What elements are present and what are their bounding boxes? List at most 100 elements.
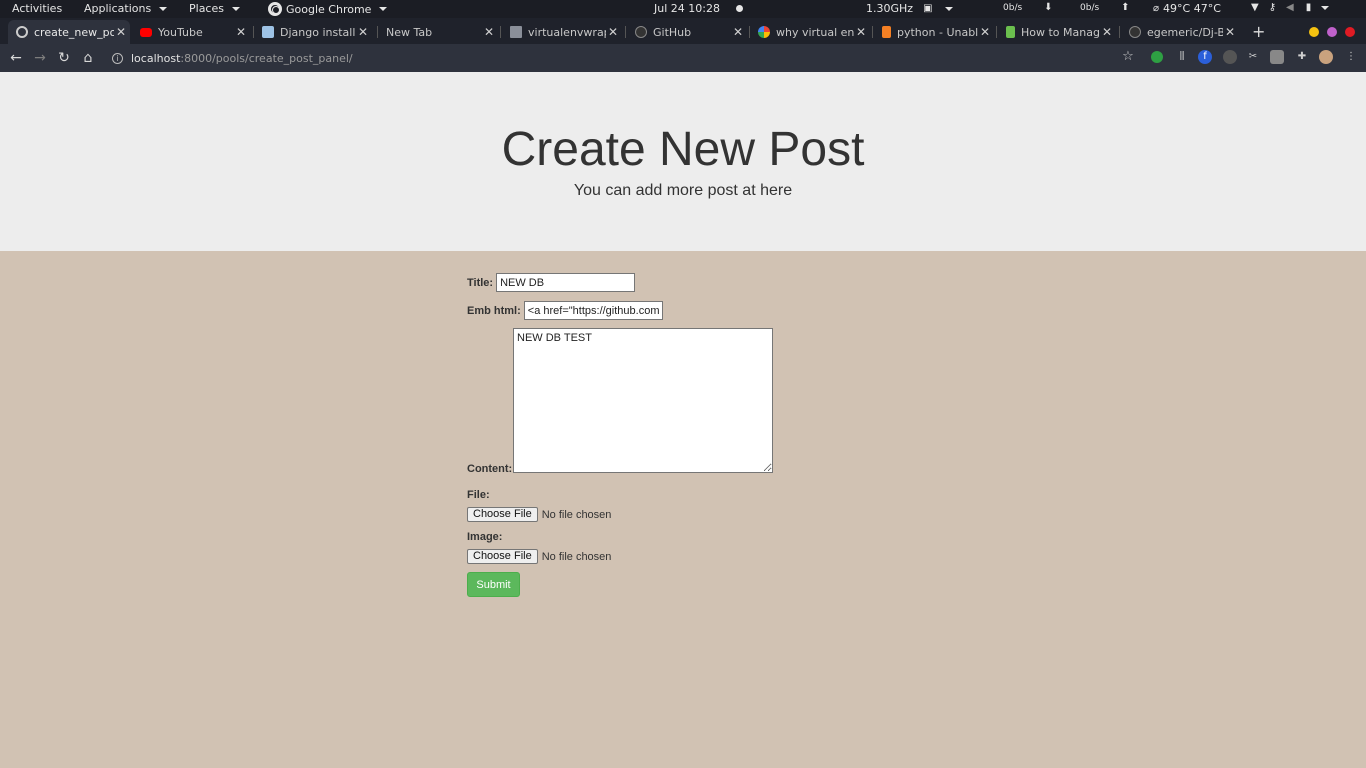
- system-tray[interactable]: ▼ ⚷ ◀ ▮: [1251, 2, 1330, 13]
- tab-label: egemeric/Dj-Blog: [1147, 25, 1223, 39]
- page-subtitle: You can add more post at here: [573, 182, 793, 199]
- globe-icon: [16, 26, 28, 38]
- tab-separator: [872, 26, 873, 38]
- tab-separator: [500, 26, 501, 38]
- cpu-indicator[interactable]: 1.30GHz ▣: [866, 2, 953, 15]
- minimize-button[interactable]: [1309, 27, 1319, 37]
- page-title: Create New Post: [501, 123, 865, 176]
- tab-label: New Tab: [386, 25, 433, 39]
- info-icon[interactable]: i: [112, 52, 123, 64]
- tab-create-new-post[interactable]: create_new_post ✕: [8, 20, 130, 44]
- close-window-button[interactable]: [1345, 27, 1355, 37]
- close-icon[interactable]: ✕: [482, 25, 496, 39]
- net-down-indicator: 0b/s ⬇: [1003, 2, 1053, 13]
- close-icon[interactable]: ✕: [854, 25, 868, 39]
- activities-label: Activities: [12, 2, 63, 15]
- tab-python-unable[interactable]: python - Unable ✕: [874, 20, 994, 44]
- chevron-down-icon: [231, 6, 240, 11]
- file-status: No file chosen: [541, 508, 612, 521]
- tab-separator: [996, 26, 997, 38]
- applications-menu[interactable]: Applications: [84, 2, 168, 15]
- maximize-button[interactable]: [1327, 27, 1337, 37]
- emb-row: Emb html:: [467, 301, 663, 320]
- youtube-icon: [140, 27, 152, 37]
- activities-button[interactable]: Activities: [12, 2, 62, 15]
- back-button[interactable]: ←: [7, 49, 25, 67]
- tab-youtube[interactable]: YouTube ✕: [132, 20, 250, 44]
- app-menu[interactable]: Google Chrome: [268, 2, 388, 16]
- places-menu[interactable]: Places: [189, 2, 240, 15]
- bookmark-star-icon[interactable]: ☆: [1121, 50, 1135, 64]
- choose-image-button[interactable]: Choose File: [467, 549, 538, 564]
- docs-icon: [510, 26, 522, 38]
- tab-label: python - Unable: [897, 25, 978, 39]
- close-icon[interactable]: ✕: [606, 25, 620, 39]
- close-icon[interactable]: ✕: [234, 25, 248, 39]
- page-header: Create New Post You can add more post at…: [0, 72, 1366, 251]
- tab-new-tab[interactable]: New Tab ✕: [378, 20, 498, 44]
- extension-green-icon[interactable]: [1151, 51, 1163, 63]
- tab-egemeric-dj-blog[interactable]: egemeric/Dj-Blog ✕: [1121, 20, 1239, 44]
- avatar[interactable]: [1319, 50, 1333, 64]
- app-name-label: Google Chrome: [286, 2, 372, 16]
- reload-button[interactable]: ↻: [55, 49, 73, 67]
- more-vert-icon[interactable]: ⋮: [1344, 50, 1358, 64]
- net-down-label: 0b/s: [1003, 2, 1023, 13]
- thermometer-icon: ⌀: [1153, 3, 1160, 14]
- close-icon[interactable]: ✕: [731, 25, 745, 39]
- tab-virtualenvwrapper[interactable]: virtualenvwrapper ✕: [502, 20, 622, 44]
- tab-label: How to Manage: [1021, 25, 1100, 39]
- tab-github[interactable]: GitHub ✕: [627, 20, 747, 44]
- chip-icon: ▣: [923, 3, 933, 14]
- tab-separator: [1119, 26, 1120, 38]
- close-icon[interactable]: ✕: [978, 25, 992, 39]
- address-bar[interactable]: i localhost:8000/pools/create_post_panel…: [104, 47, 1144, 69]
- close-icon[interactable]: ✕: [356, 25, 370, 39]
- google-icon: [758, 26, 770, 38]
- close-icon[interactable]: ✕: [114, 25, 128, 39]
- extension-grey-icon[interactable]: [1223, 50, 1237, 64]
- tab-django-installation[interactable]: Django installation ✕: [254, 20, 372, 44]
- url-path: :8000/pools/create_post_panel/: [180, 51, 353, 65]
- book-icon: [262, 26, 274, 38]
- notification-dot-icon: [735, 5, 743, 12]
- system-top-bar: Activities Applications Places Google Ch…: [0, 0, 1366, 18]
- arrow-down-icon: ⬇: [1044, 2, 1053, 13]
- emb-html-input[interactable]: [523, 301, 663, 320]
- file-row: Choose File No file chosen: [467, 507, 611, 522]
- tab-label: create_new_post: [34, 25, 114, 39]
- volume-icon: ◀: [1286, 2, 1294, 13]
- scissors-icon[interactable]: ✂: [1246, 50, 1260, 64]
- tab-why-virtual-env[interactable]: why virtual env ✕: [750, 20, 870, 44]
- tab-separator: [625, 26, 626, 38]
- fedora-icon[interactable]: f: [1198, 50, 1212, 64]
- submit-button[interactable]: Submit: [467, 572, 520, 597]
- title-row: Title:: [467, 273, 636, 292]
- emb-html-label: Emb html:: [467, 304, 521, 317]
- net-up-indicator: 0b/s ⬆: [1080, 2, 1130, 13]
- image-label: Image:: [467, 531, 503, 543]
- close-icon[interactable]: ✕: [1100, 25, 1114, 39]
- puzzle-icon[interactable]: ✚: [1295, 50, 1309, 64]
- tab-label: YouTube: [158, 25, 203, 39]
- tab-how-to-manage[interactable]: How to Manage ✕: [998, 20, 1116, 44]
- title-label: Title:: [467, 276, 494, 289]
- clock[interactable]: Jul 24 10:28: [654, 2, 743, 15]
- places-label: Places: [189, 2, 224, 15]
- close-icon[interactable]: ✕: [1223, 25, 1237, 39]
- chevron-down-icon: [1321, 5, 1330, 10]
- github-icon: [1129, 26, 1141, 38]
- equalizer-icon[interactable]: ⫼: [1175, 50, 1189, 64]
- title-input[interactable]: [496, 273, 636, 292]
- temp-indicator[interactable]: ⌀ 49°C 47°C: [1153, 2, 1221, 15]
- forward-button[interactable]: →: [31, 49, 49, 67]
- tab-strip: create_new_post ✕ YouTube ✕ Django insta…: [0, 18, 1366, 44]
- wifi-icon: ▼: [1251, 2, 1259, 13]
- extension-box-icon[interactable]: [1270, 50, 1284, 64]
- chevron-down-icon: [159, 6, 168, 11]
- new-tab-button[interactable]: +: [1252, 22, 1265, 41]
- home-button[interactable]: ⌂: [79, 49, 97, 67]
- choose-file-button[interactable]: Choose File: [467, 507, 538, 522]
- content-textarea[interactable]: NEW DB TEST: [513, 328, 773, 473]
- chrome-icon: [268, 2, 282, 16]
